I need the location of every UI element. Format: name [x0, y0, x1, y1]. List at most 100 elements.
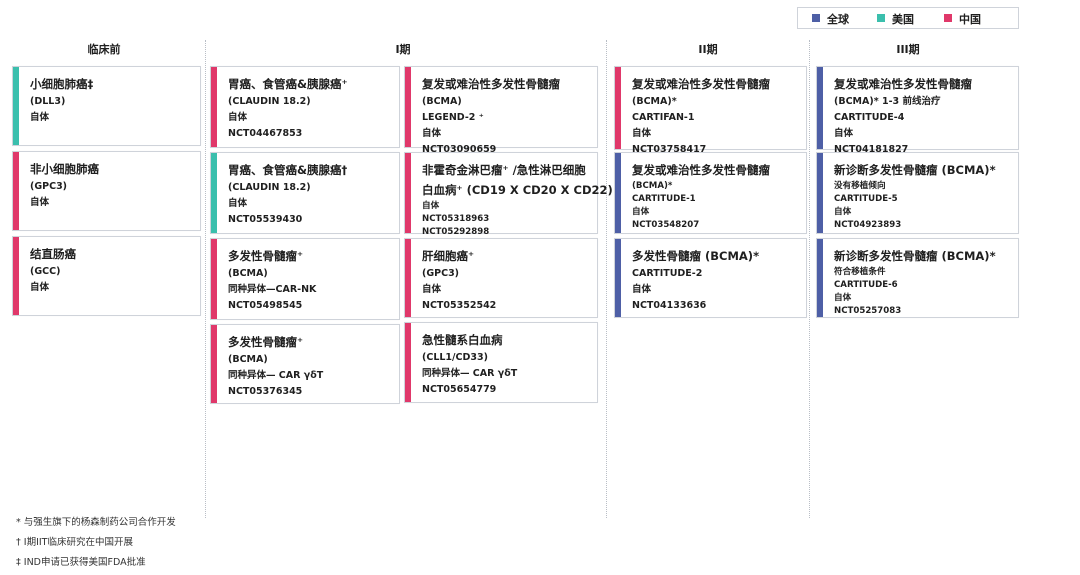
card-detail: (BCMA): [422, 96, 462, 107]
card-detail: 自体: [228, 198, 248, 209]
legend-swatch: [812, 14, 820, 22]
card-title: 复发或难治性多发性骨髓瘤: [632, 163, 770, 177]
card-detail: 没有移植倾向: [834, 181, 886, 191]
card-detail: NCT05654779: [422, 384, 497, 395]
card-detail: 自体: [834, 207, 852, 217]
region-color-bar: [817, 153, 823, 233]
card-detail: CARTITUDE-5: [834, 194, 898, 204]
card-title: 胃癌、食管癌&胰腺癌†: [228, 163, 348, 177]
program-card-nhl: 非霍奇金淋巴瘤⁺ /急性淋巴细胞白血病⁺ (CD19 X CD20 X CD22…: [404, 152, 623, 237]
program-card-gc2: 胃癌、食管癌&胰腺癌† (CLAUDIN 18.2) 自体 NCT05539430: [210, 152, 400, 234]
card-detail: 自体: [834, 293, 852, 303]
program-card-p3b: 新诊断多发性骨髓瘤 (BCMA)* 没有移植倾向 CARTITUDE-5 自体 NCT0…: [816, 152, 1019, 234]
card-title: 复发或难治性多发性骨髓瘤: [834, 77, 972, 91]
card-detail: CARTIFAN-1: [632, 112, 695, 123]
card-detail: (BCMA): [228, 354, 268, 365]
program-card-p2b: 复发或难治性多发性骨髓瘤 (BCMA)* CARTITUDE-1 自体 NCT03548…: [614, 152, 807, 234]
card-detail: NCT04467853: [228, 128, 303, 139]
legend-swatch: [944, 14, 952, 22]
region-color-bar: [13, 67, 19, 145]
phase-header-phase-1: I期: [395, 43, 411, 56]
card-detail: NCT05318963: [422, 214, 490, 224]
region-color-bar: [817, 67, 823, 149]
card-detail: NCT05539430: [228, 214, 303, 225]
region-color-bar: [211, 67, 217, 147]
card-detail: (BCMA)*: [632, 181, 673, 191]
program-card-p3a: 复发或难治性多发性骨髓瘤 (BCMA)* 1-3 前线治疗 CARTITUDE-4 自…: [816, 66, 1019, 155]
card-title: 肝细胞癌⁺: [422, 249, 475, 263]
card-title: 多发性骨髓瘤⁺: [228, 335, 304, 349]
card-detail: CARTITUDE-4: [834, 112, 905, 123]
footnote: ‡ IND申请已获得美国FDA批准: [16, 557, 146, 568]
card-detail: 自体: [632, 284, 652, 295]
region-color-bar: [615, 239, 621, 317]
card-detail: (BCMA)* 1-3 前线治疗: [834, 96, 941, 107]
card-detail: NCT05257083: [834, 306, 902, 316]
card-detail: 自体: [422, 284, 442, 295]
phase-divider: [205, 40, 206, 518]
card-detail: CARTITUDE-2: [632, 268, 703, 279]
card-title: 非小细胞肺癌: [30, 162, 99, 176]
region-color-bar: [211, 325, 217, 403]
program-card-gc1: 胃癌、食管癌&胰腺癌⁺ (CLAUDIN 18.2) 自体 NCT04467853: [210, 66, 400, 148]
card-detail: 同种异体— CAR γδT: [228, 370, 324, 381]
card-detail: 同种异体—CAR-NK: [228, 284, 317, 295]
card-title: 新诊断多发性骨髓瘤 (BCMA)*: [834, 249, 996, 263]
card-detail: 符合移植条件: [834, 267, 886, 277]
program-card-mm1: 多发性骨髓瘤⁺ (BCMA) 同种异体—CAR-NK NCT05498545: [210, 238, 400, 320]
card-detail: NCT04133636: [632, 300, 707, 311]
card-detail: (CLL1/CD33): [422, 352, 488, 363]
legend-item-global: 全球: [812, 11, 849, 27]
card-detail: NCT04923893: [834, 220, 902, 230]
card-detail: 自体: [632, 128, 652, 139]
card-title: 急性髓系白血病: [422, 333, 503, 347]
footnotes: * 与强生旗下的杨森制药公司合作开发 † I期IIT临床研究在中国开展 ‡ IN…: [16, 513, 176, 573]
card-detail: (BCMA)*: [632, 96, 677, 107]
card-title: 胃癌、食管癌&胰腺癌⁺: [228, 77, 348, 91]
region-color-bar: [13, 237, 19, 315]
region-color-bar: [615, 67, 621, 149]
phase-header-phase-2: II期: [698, 43, 718, 56]
card-detail: (GCC): [30, 266, 61, 277]
card-title: 小细胞肺癌‡: [30, 77, 94, 91]
region-color-bar: [615, 153, 621, 233]
program-card-p2c: 多发性骨髓瘤 (BCMA)* CARTITUDE-2 自体 NCT04133636: [614, 238, 807, 318]
card-title: 复发或难治性多发性骨髓瘤: [422, 77, 560, 91]
region-color-bar: [405, 67, 411, 147]
card-detail: 同种异体— CAR γδT: [422, 368, 518, 379]
card-detail: (BCMA): [228, 268, 268, 279]
program-card-mm2: 多发性骨髓瘤⁺ (BCMA) 同种异体— CAR γδT NCT05376345: [210, 324, 400, 404]
program-card-crc: 结直肠癌 (GCC) 自体: [12, 236, 201, 316]
card-title: 非霍奇金淋巴瘤⁺ /急性淋巴细胞: [422, 163, 586, 177]
legend-swatch: [877, 14, 885, 22]
phase-header-phase-3: III期: [896, 43, 920, 56]
card-detail: 自体: [632, 207, 650, 217]
card-title: 复发或难治性多发性骨髓瘤: [632, 77, 770, 91]
region-color-bar: [405, 239, 411, 317]
card-title: 结直肠癌: [30, 247, 76, 261]
program-card-hcc: 肝细胞癌⁺ (GPC3) 自体 NCT05352542: [404, 238, 598, 318]
card-detail: (CLAUDIN 18.2): [228, 182, 311, 193]
program-card-nsclc: 非小细胞肺癌 (GPC3) 自体: [12, 151, 201, 231]
card-detail: NCT03548207: [632, 220, 700, 230]
card-detail: 自体: [30, 112, 50, 123]
card-detail: 自体: [834, 128, 854, 139]
program-card-p2a: 复发或难治性多发性骨髓瘤 (BCMA)* CARTIFAN-1 自体 NCT037584…: [614, 66, 807, 155]
card-detail: CARTITUDE-1: [632, 194, 696, 204]
card-detail: 自体: [30, 282, 50, 293]
card-detail: (GPC3): [30, 181, 68, 192]
legend-item-china: 中国: [944, 11, 981, 27]
card-title: 多发性骨髓瘤⁺: [228, 249, 304, 263]
footnote: * 与强生旗下的杨森制药公司合作开发: [16, 517, 176, 528]
card-detail: 白血病⁺ (CD19 X CD20 X CD22) ⁺: [422, 183, 623, 197]
program-card-rrmm1: 复发或难治性多发性骨髓瘤 (BCMA) LEGEND-2 ⁺ 自体 NCT0309065…: [404, 66, 598, 155]
card-detail: 自体: [422, 128, 442, 139]
program-card-sclc: 小细胞肺癌‡ (DLL3) 自体: [12, 66, 201, 146]
phase-header-preclinical: 临床前: [87, 43, 121, 56]
region-color-bar: [405, 323, 411, 402]
card-detail: (DLL3): [30, 96, 66, 107]
region-color-bar: [13, 152, 19, 230]
legend-item-us: 美国: [877, 11, 914, 27]
card-detail: NCT05498545: [228, 300, 303, 311]
program-card-aml: 急性髓系白血病 (CLL1/CD33) 同种异体— CAR γδT NCT056547…: [404, 322, 598, 403]
